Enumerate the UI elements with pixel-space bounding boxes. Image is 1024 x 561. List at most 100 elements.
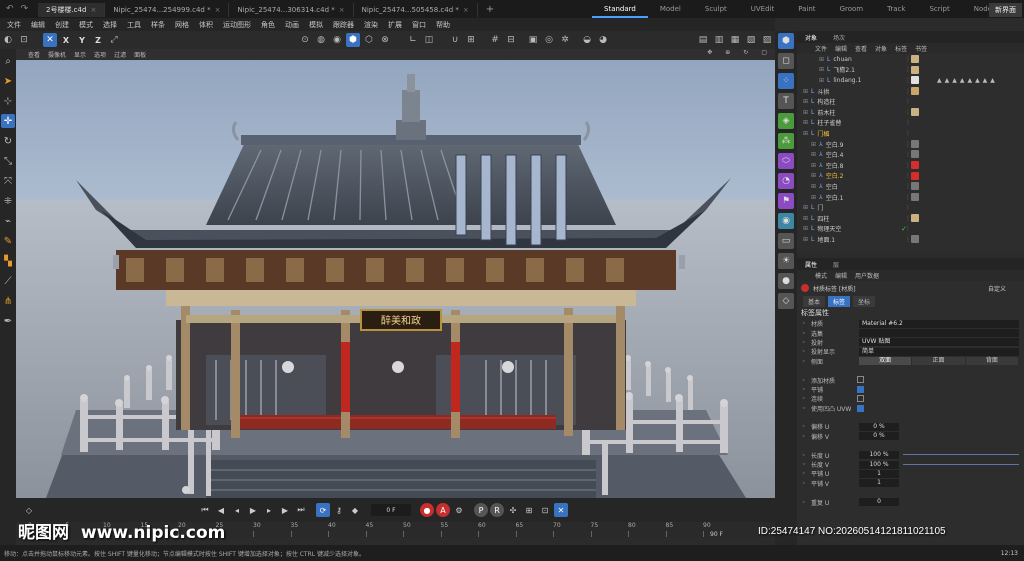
knife-icon[interactable]: ⌁ [1, 214, 15, 228]
viewport-menu-item[interactable]: 摄像机 [44, 50, 70, 59]
material-tag-icon[interactable] [911, 160, 919, 169]
side-option[interactable]: 背面 [965, 357, 1018, 366]
angle-icon[interactable]: ∟ [406, 33, 420, 47]
menu-item[interactable]: 工具 [122, 20, 146, 30]
close-icon[interactable]: × [90, 6, 96, 14]
expand-icon[interactable]: ⊞ [803, 225, 808, 232]
layout-tab-standard[interactable]: Standard [592, 0, 648, 18]
zoom-view-icon[interactable]: ⊕ [721, 49, 734, 56]
attribute-menu-item[interactable]: 模式 [811, 271, 831, 280]
material-tag-icon[interactable] [911, 107, 919, 116]
current-frame-field[interactable]: 0 F [371, 504, 411, 516]
expand-icon[interactable]: ⊞ [803, 130, 808, 137]
y-axis-toggle[interactable]: Y [75, 33, 89, 47]
object-menu-item[interactable]: 标签 [891, 44, 911, 53]
object-row[interactable]: ⊞ L 飞檐2.1 ⋮ [797, 65, 1024, 76]
keyframe-icon[interactable]: ◇ [22, 503, 36, 517]
viewport-menu-item[interactable]: 显示 [70, 50, 90, 59]
material-tag-icon[interactable] [911, 213, 919, 222]
menu-item[interactable]: 文件 [2, 20, 26, 30]
search-icon[interactable]: ⌕ [1, 54, 15, 68]
expand-icon[interactable]: ⊞ [811, 151, 816, 158]
attribute-chip[interactable]: 标签 [828, 295, 851, 307]
expand-icon[interactable]: ⊞ [819, 77, 824, 84]
pen-icon[interactable]: ✒ [1, 314, 15, 328]
attribute-menu-item[interactable]: 编辑 [831, 271, 851, 280]
object-row[interactable]: ⊞ L 四柱 ⋮ [797, 213, 1024, 224]
expand-icon[interactable]: ⊞ [811, 194, 816, 201]
attribute-number-field[interactable]: 100 % [859, 451, 899, 460]
snap-icon[interactable]: ∪ [448, 33, 462, 47]
pla-key-icon[interactable]: ⊡ [538, 503, 552, 517]
auto-key-icon[interactable]: A [436, 503, 450, 517]
object-row[interactable]: ⊞ L 柱子雀替 ⋮ [797, 118, 1024, 129]
expand-icon[interactable]: ⊞ [803, 236, 808, 243]
render-icon[interactable]: ▥ [712, 33, 726, 47]
menu-item[interactable]: 跟踪器 [328, 20, 359, 30]
animate-dot-icon[interactable]: ◦ [802, 339, 806, 346]
expand-icon[interactable]: ⊞ [811, 162, 816, 169]
prev-key-icon[interactable]: ◀ [214, 503, 228, 517]
grid-icon[interactable]: # [488, 33, 502, 47]
workplane-icon[interactable]: ◫ [422, 33, 436, 47]
attribute-chip[interactable]: 坐标 [853, 295, 876, 307]
viewport-menu-item[interactable]: 查看 [24, 50, 44, 59]
visibility-flags-icon[interactable]: ⋮ [905, 204, 912, 211]
attribute-checkbox[interactable] [857, 376, 864, 384]
scale-icon[interactable]: ⤡ [1, 154, 15, 168]
attribute-number-field[interactable]: 0 % [859, 432, 899, 441]
animate-dot-icon[interactable]: ◦ [802, 358, 806, 365]
animate-dot-icon[interactable]: ◦ [802, 386, 806, 393]
expand-icon[interactable]: ⊞ [811, 141, 816, 148]
polygons-mode-icon[interactable]: ◉ [330, 33, 344, 47]
animate-dot-icon[interactable]: ◦ [802, 452, 806, 459]
loop-icon[interactable]: ⟳ [316, 503, 330, 517]
visibility-flags-icon[interactable]: ⋮ [905, 98, 912, 105]
attribute-value-field[interactable]: 简单 [859, 347, 1019, 356]
toggle-view-icon[interactable]: ▢ [757, 49, 771, 56]
animate-dot-icon[interactable]: ◦ [802, 377, 806, 384]
coord-system-icon[interactable]: ⤢ [107, 33, 121, 47]
select-arrow-icon[interactable]: ➤ [1, 74, 15, 88]
animate-dot-icon[interactable]: ◦ [802, 461, 806, 468]
material-tag-icon[interactable] [911, 171, 919, 180]
document-tab[interactable]: Nipic_25474...306314.c4d * × [229, 3, 354, 17]
camera-object-icon[interactable]: ▭ [778, 233, 794, 249]
rotation-key-icon[interactable]: R [490, 503, 504, 517]
attribute-value-field[interactable]: Material #6.2 [859, 319, 1019, 328]
attribute-checkbox[interactable] [857, 404, 864, 412]
layout-tab-sculpt[interactable]: Sculpt [693, 0, 739, 18]
record-key-icon[interactable]: ● [420, 503, 434, 517]
expand-icon[interactable]: ⊞ [803, 109, 808, 116]
material-tag-icon[interactable] [911, 235, 919, 244]
object-row[interactable]: ⊞ L 门 ⋮ [797, 202, 1024, 213]
viewport-menu-item[interactable]: 面板 [130, 50, 150, 59]
object-panel-tab[interactable]: 对象 [797, 33, 825, 42]
position-key-icon[interactable]: P [474, 503, 488, 517]
generator-icon[interactable]: ◈ [778, 113, 794, 129]
key-icon[interactable]: ⚷ [332, 503, 346, 517]
menu-item[interactable]: 扩展 [383, 20, 407, 30]
material-tag-icon[interactable] [911, 150, 919, 159]
attribute-value-field[interactable]: UVW 贴图 [859, 338, 1019, 347]
object-row[interactable]: ⊞ Llindang.1 ⋮ ▲▲▲▲▲▲▲▲ [797, 75, 1024, 86]
object-row[interactable]: ⊞ L 前木柱 ⋮ [797, 107, 1024, 118]
rotate-icon[interactable]: ↻ [1, 134, 15, 148]
material-tag-icon[interactable] [911, 76, 919, 85]
material-tag-icon[interactable] [911, 192, 919, 201]
object-menu-item[interactable]: 文件 [811, 44, 831, 53]
menu-item[interactable]: 体积 [194, 20, 218, 30]
menu-item[interactable]: 角色 [256, 20, 280, 30]
spline-icon[interactable]: ◻ [778, 53, 794, 69]
attribute-menu-item[interactable]: 用户数据 [851, 271, 883, 280]
new-layout-button[interactable]: 新界面 [989, 3, 1022, 17]
snap-settings-icon[interactable]: ⊞ [464, 33, 478, 47]
rotate-view-icon[interactable]: ↻ [739, 49, 752, 56]
transform-toggle-icon[interactable]: ✕ [43, 33, 57, 47]
animate-dot-icon[interactable]: ◦ [802, 405, 806, 412]
attribute-panel-tab[interactable]: 层 [825, 260, 847, 269]
animate-dot-icon[interactable]: ◦ [802, 470, 806, 477]
material-tag-icon[interactable] [911, 182, 919, 191]
visibility-flags-icon[interactable]: ⋮ [905, 119, 912, 126]
side-option[interactable]: 双面 [859, 357, 912, 366]
